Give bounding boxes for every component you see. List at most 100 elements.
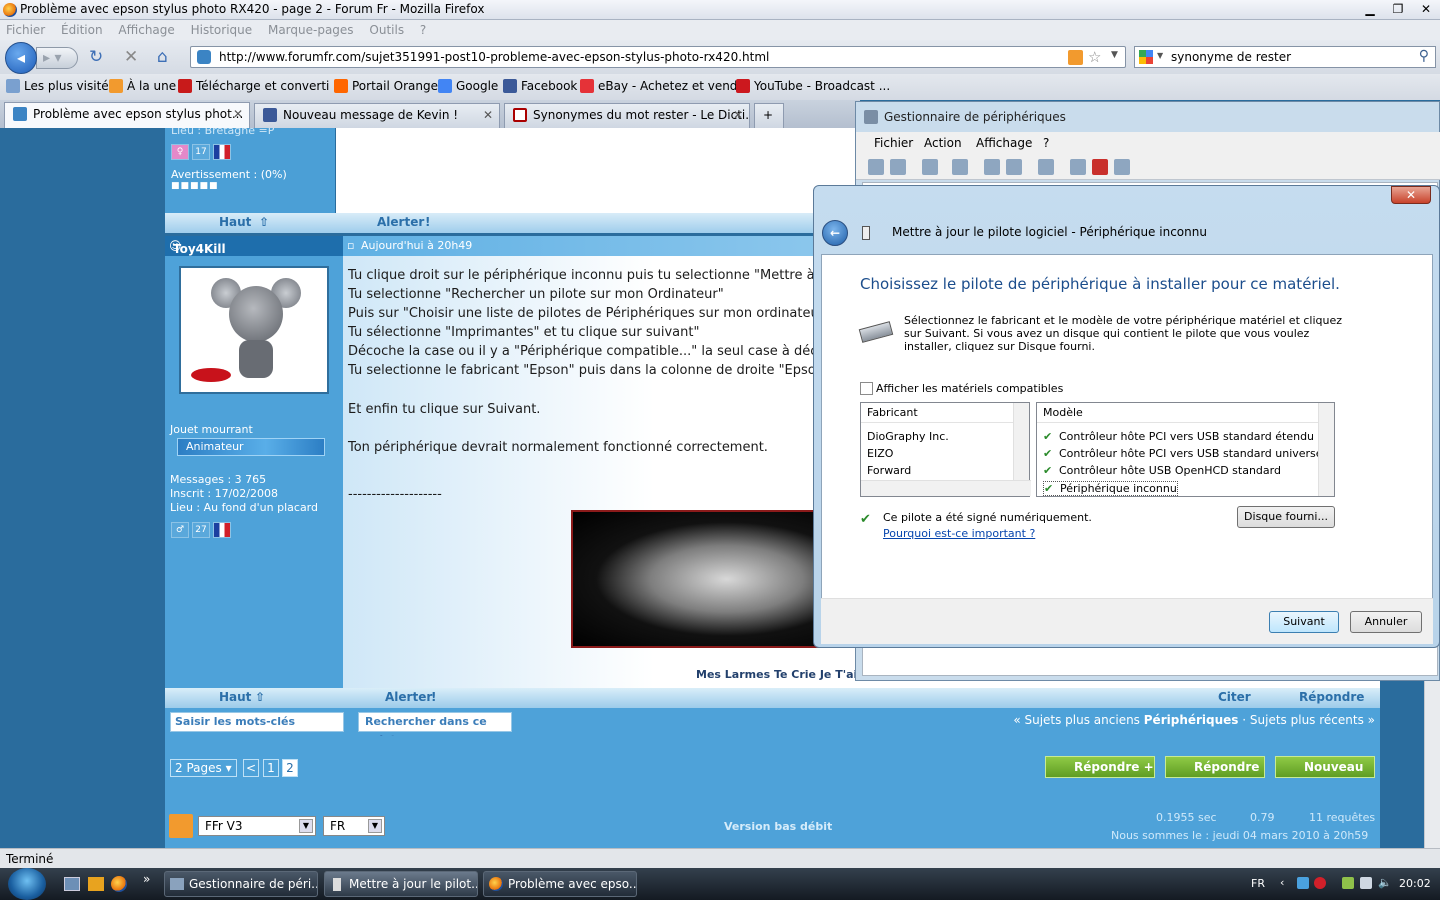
menu-marque-pages[interactable]: Marque-pages	[268, 20, 354, 40]
why-important-link[interactable]: Pourquoi est-ce important ?	[883, 527, 1035, 540]
list-item[interactable]: ✔ Contrôleur hôte PCI vers USB standard é…	[1043, 430, 1314, 443]
bookmark-ebay[interactable]: eBay - Achetez et vend...	[580, 79, 749, 93]
newer-topics-link[interactable]: Sujets plus récents »	[1250, 713, 1375, 727]
bookmark-telecharge[interactable]: Télécharge et converti ...	[178, 79, 345, 93]
search-icon[interactable]: ⚲	[1419, 48, 1429, 64]
author-name[interactable]: ☺ Toy4Kill	[169, 239, 226, 256]
search-bar[interactable]: ▼ synonyme de rester ⚲	[1134, 46, 1436, 68]
reply-plus-button[interactable]: Répondre +	[1045, 756, 1155, 778]
pages-dropdown[interactable]: 2 Pages ▾	[170, 759, 237, 777]
low-bandwidth-link[interactable]: Version bas débit	[724, 820, 832, 833]
bookmark-a-la-une[interactable]: À la une	[109, 79, 176, 93]
dm-menu-help[interactable]: ?	[1043, 136, 1049, 150]
category-link[interactable]: Périphériques	[1144, 713, 1239, 727]
monitor-icon[interactable]	[1360, 877, 1372, 889]
list-item[interactable]: DioGraphy Inc.	[867, 430, 949, 443]
new-tab-button[interactable]: +	[754, 103, 784, 128]
next-button[interactable]: Suivant	[1269, 611, 1339, 633]
tab-synonymes[interactable]: Synonymes du mot rester - Le Dicti... ✕	[504, 103, 750, 128]
horizontal-scrollbar[interactable]	[861, 480, 1031, 496]
have-disk-button[interactable]: Disque fourni...	[1237, 506, 1335, 528]
media-player-icon[interactable]	[88, 877, 104, 891]
view-icon[interactable]	[922, 159, 938, 175]
alerter-link[interactable]: Alerter	[377, 215, 424, 229]
back-icon[interactable]	[868, 159, 884, 175]
uninstall-icon[interactable]	[1092, 159, 1108, 175]
language-select[interactable]: FR ▼	[323, 816, 385, 836]
repondre-link[interactable]: Répondre	[1299, 690, 1364, 704]
clock[interactable]: 20:02	[1399, 877, 1431, 890]
list-item[interactable]: Forward	[867, 464, 911, 477]
dialog-close-button[interactable]: ✕	[1391, 186, 1431, 204]
haut-link[interactable]: Haut	[219, 690, 251, 704]
list-item-selected[interactable]: ✔ Périphérique inconnu	[1043, 481, 1178, 496]
taskbar-item-device-manager[interactable]: Gestionnaire de péri...	[164, 871, 318, 897]
network-icon[interactable]	[1297, 877, 1309, 889]
list-item[interactable]: EIZO	[867, 447, 893, 460]
page-prev-button[interactable]: <	[243, 759, 259, 777]
engine-dropdown-icon[interactable]: ▼	[1157, 51, 1163, 60]
taskbar-item-firefox[interactable]: Problème avec epso...	[483, 871, 637, 897]
quicklaunch-expand-icon[interactable]: »	[143, 872, 150, 886]
stop-icon[interactable]: ✕	[124, 48, 138, 66]
menu-fichier[interactable]: Fichier	[6, 20, 45, 40]
rss-feed-icon[interactable]	[1068, 50, 1083, 65]
show-desktop-icon[interactable]	[64, 877, 80, 891]
vertical-scrollbar[interactable]	[1013, 403, 1029, 481]
disable-icon[interactable]	[1114, 159, 1130, 175]
menu-outils[interactable]: Outils	[369, 20, 404, 40]
dm-menu-fichier[interactable]: Fichier	[874, 136, 913, 150]
dialog-back-button[interactable]: ←	[822, 220, 848, 246]
tab-close-icon[interactable]: ✕	[483, 104, 493, 126]
help-icon[interactable]	[984, 159, 1000, 175]
compatible-hardware-checkbox[interactable]	[860, 382, 873, 395]
new-topic-button[interactable]: Nouveau	[1275, 756, 1375, 778]
reply-button[interactable]: Répondre	[1165, 756, 1265, 778]
forward-icon[interactable]	[890, 159, 906, 175]
restore-button[interactable]: ❐	[1384, 0, 1412, 18]
language-indicator[interactable]: FR	[1251, 877, 1265, 890]
manufacturer-list[interactable]: Fabricant DioGraphy Inc. EIZO Forward	[860, 402, 1031, 497]
dm-menu-affichage[interactable]: Affichage	[976, 136, 1032, 150]
page-1-button[interactable]: 1	[263, 759, 279, 777]
volume-icon[interactable]: 🔈	[1378, 876, 1392, 889]
list-item[interactable]: ✔ Contrôleur hôte PCI vers USB standard u…	[1043, 447, 1326, 460]
haut-link[interactable]: Haut	[219, 215, 251, 229]
console-icon[interactable]	[1006, 159, 1022, 175]
bookmark-youtube[interactable]: YouTube - Broadcast ...	[736, 79, 890, 93]
start-button[interactable]	[8, 868, 46, 900]
model-list[interactable]: Modèle ✔ Contrôleur hôte PCI vers USB sta…	[1036, 402, 1335, 497]
theme-select[interactable]: FFr V3 ▼	[198, 816, 316, 836]
tray-expand-icon[interactable]: ‹	[1280, 876, 1284, 889]
older-topics-link[interactable]: « Sujets plus anciens	[1013, 713, 1140, 727]
forward-button[interactable]: ▸ ▾	[36, 47, 78, 69]
google-engine-icon[interactable]	[1139, 50, 1153, 64]
cancel-button[interactable]: Annuler	[1350, 611, 1422, 633]
bookmark-most-visited[interactable]: Les plus visités	[6, 79, 115, 93]
bookmark-portail-orange[interactable]: Portail Orange	[334, 79, 438, 93]
back-button[interactable]: ◂	[5, 42, 37, 74]
reload-icon[interactable]: ↻	[89, 48, 103, 66]
update-driver-icon[interactable]	[1070, 159, 1086, 175]
bookmark-google[interactable]: Google	[438, 79, 498, 93]
menu-edition[interactable]: Édition	[61, 20, 103, 40]
search-thread-button[interactable]: Rechercher dans ce sujet	[358, 712, 512, 746]
menu-affichage[interactable]: Affichage	[118, 20, 174, 40]
url-dropdown-icon[interactable]: ▼	[1111, 50, 1118, 60]
dm-menu-action[interactable]: Action	[924, 136, 962, 150]
bookmark-facebook[interactable]: Facebook	[503, 79, 577, 93]
citer-link[interactable]: Citer	[1218, 690, 1251, 704]
menu-historique[interactable]: Historique	[191, 20, 253, 40]
keyword-input[interactable]: Saisir les mots-clés	[170, 712, 344, 732]
tab-close-icon[interactable]: ✕	[233, 103, 243, 125]
rss-icon[interactable]	[169, 814, 193, 838]
tab-probleme-epson[interactable]: Problème avec epson stylus phot... ✕	[4, 102, 250, 128]
alerter-link[interactable]: Alerter	[385, 690, 432, 704]
home-icon[interactable]: ⌂	[157, 48, 168, 66]
minimize-button[interactable]: ▁	[1356, 0, 1384, 18]
firefox-icon[interactable]	[111, 876, 127, 892]
security-icon[interactable]	[1314, 877, 1326, 889]
url-bar[interactable]: http://www.forumfr.com/sujet351991-post1…	[190, 46, 1126, 68]
taskbar-item-update-driver[interactable]: Mettre à jour le pilot...	[324, 871, 478, 897]
tab-nouveau-message[interactable]: Nouveau message de Kevin ! ✕	[254, 103, 500, 128]
